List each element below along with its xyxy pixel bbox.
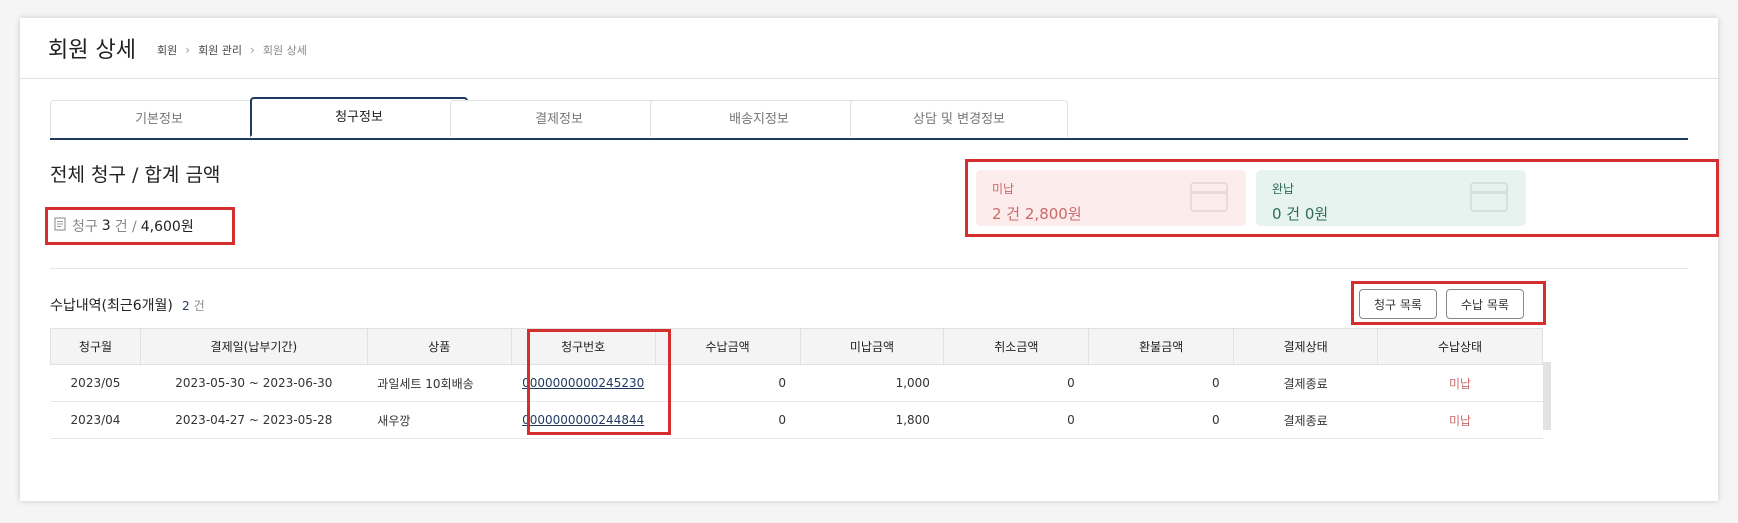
column-header: 상품 bbox=[366, 328, 512, 365]
cell-unpaid-amount: 1,800 bbox=[800, 401, 944, 439]
cell-period: 2023-05-30 ~ 2023-06-30 bbox=[140, 364, 368, 402]
total-count-unit: 건 / bbox=[114, 219, 137, 235]
claim-number-link[interactable]: 0000000000245230 bbox=[522, 376, 644, 390]
total-amount: 4,600원 bbox=[140, 219, 194, 235]
history-count-unit: 건 bbox=[193, 299, 205, 313]
cell-claim-no: 0000000000244844 bbox=[511, 401, 656, 439]
column-header: 결제일(납부기간) bbox=[139, 328, 368, 365]
table-scrollbar[interactable] bbox=[1543, 362, 1551, 430]
page-header: 회원 상세 회원 › 회원 관리 › 회원 상세 bbox=[20, 18, 1718, 79]
list-button-group: 청구 목록 수납 목록 bbox=[1351, 281, 1546, 325]
table-row: 2023/05 2023-05-30 ~ 2023-06-30 과일세트 10회… bbox=[50, 364, 1543, 402]
column-header: 청구번호 bbox=[510, 328, 656, 365]
total-label: 청구 bbox=[72, 219, 98, 235]
cell-cancel-amount: 0 bbox=[943, 364, 1089, 402]
breadcrumb-item-member[interactable]: 회원 bbox=[157, 42, 177, 58]
cell-pay-status: 결제종료 bbox=[1233, 364, 1378, 402]
cell-refund-amount: 0 bbox=[1088, 401, 1234, 439]
total-count: 3 bbox=[101, 218, 111, 234]
credit-card-icon bbox=[1470, 182, 1508, 212]
page-title: 회원 상세 bbox=[48, 38, 136, 63]
column-header: 미납금액 bbox=[799, 328, 945, 365]
column-header: 취소금액 bbox=[943, 328, 1090, 365]
cell-paid-amount: 0 bbox=[655, 401, 801, 439]
paid-summary-card: 완납 0 건 0원 bbox=[1256, 170, 1526, 226]
billing-section-title: 전체 청구 / 합계 금액 bbox=[50, 164, 221, 186]
column-header: 수납상태 bbox=[1377, 328, 1543, 365]
cell-pay-status: 결제종료 bbox=[1233, 401, 1378, 439]
cell-product: 새우깡 bbox=[367, 401, 512, 439]
breadcrumb-item-member-management[interactable]: 회원 관리 bbox=[198, 42, 242, 58]
cell-refund-amount: 0 bbox=[1088, 364, 1234, 402]
tab-shipping-info[interactable]: 배송지정보 bbox=[650, 100, 868, 137]
cell-receipt-status: 미납 bbox=[1377, 401, 1543, 439]
section-divider bbox=[50, 268, 1688, 269]
cell-unpaid-amount: 1,000 bbox=[800, 364, 944, 402]
cell-receipt-status: 미납 bbox=[1377, 364, 1543, 402]
cell-paid-amount: 0 bbox=[655, 364, 801, 402]
table-header-row: 청구월 결제일(납부기간) 상품 청구번호 수납금액 미납금액 취소금액 환불금… bbox=[50, 328, 1543, 365]
cell-month: 2023/05 bbox=[50, 364, 141, 402]
unpaid-summary-card: 미납 2 건 2,800원 bbox=[976, 170, 1246, 226]
payment-history-title: 수납내역(최근6개월) bbox=[50, 298, 173, 314]
breadcrumb-item-member-detail: 회원 상세 bbox=[262, 44, 307, 57]
tab-basic-info[interactable]: 기본정보 bbox=[50, 100, 268, 137]
payment-history-count: 2건 bbox=[182, 297, 205, 314]
column-header: 환불금액 bbox=[1088, 328, 1235, 365]
tab-billing-info[interactable]: 청구정보 bbox=[250, 97, 468, 137]
cell-product: 과일세트 10회배송 bbox=[367, 364, 512, 402]
payment-history-table: 청구월 결제일(납부기간) 상품 청구번호 수납금액 미납금액 취소금액 환불금… bbox=[50, 328, 1543, 439]
breadcrumb: 회원 › 회원 관리 › 회원 상세 bbox=[157, 42, 307, 58]
receipt-icon bbox=[54, 217, 66, 235]
table-row: 2023/04 2023-04-27 ~ 2023-05-28 새우깡 0000… bbox=[50, 401, 1543, 439]
claim-number-link[interactable]: 0000000000244844 bbox=[522, 413, 644, 427]
history-count-number: 2 bbox=[182, 299, 190, 313]
tab-bar: 기본정보 청구정보 결제정보 배송지정보 상담 및 변경정보 bbox=[50, 97, 1688, 140]
chevron-right-icon: › bbox=[185, 43, 191, 57]
column-header: 결제상태 bbox=[1233, 328, 1379, 365]
total-billing-summary: 청구 3 건 / 4,600원 bbox=[45, 207, 235, 245]
status-summary-group: 미납 2 건 2,800원 완납 0 건 0원 bbox=[965, 159, 1719, 237]
card-off-icon bbox=[1190, 182, 1228, 212]
column-header: 청구월 bbox=[50, 328, 141, 365]
payment-list-button[interactable]: 수납 목록 bbox=[1446, 289, 1524, 319]
cell-period: 2023-04-27 ~ 2023-05-28 bbox=[140, 401, 368, 439]
chevron-right-icon: › bbox=[250, 43, 255, 57]
cell-cancel-amount: 0 bbox=[943, 401, 1089, 439]
tab-payment-info[interactable]: 결제정보 bbox=[450, 100, 668, 137]
cell-claim-no: 0000000000245230 bbox=[511, 364, 656, 402]
column-header: 수납금액 bbox=[654, 328, 801, 365]
tab-consultation-info[interactable]: 상담 및 변경정보 bbox=[850, 100, 1068, 137]
member-detail-card: 회원 상세 회원 › 회원 관리 › 회원 상세 기본정보 청구정보 결제정보 … bbox=[20, 18, 1719, 501]
claim-list-button[interactable]: 청구 목록 bbox=[1359, 289, 1437, 319]
cell-month: 2023/04 bbox=[50, 401, 141, 439]
